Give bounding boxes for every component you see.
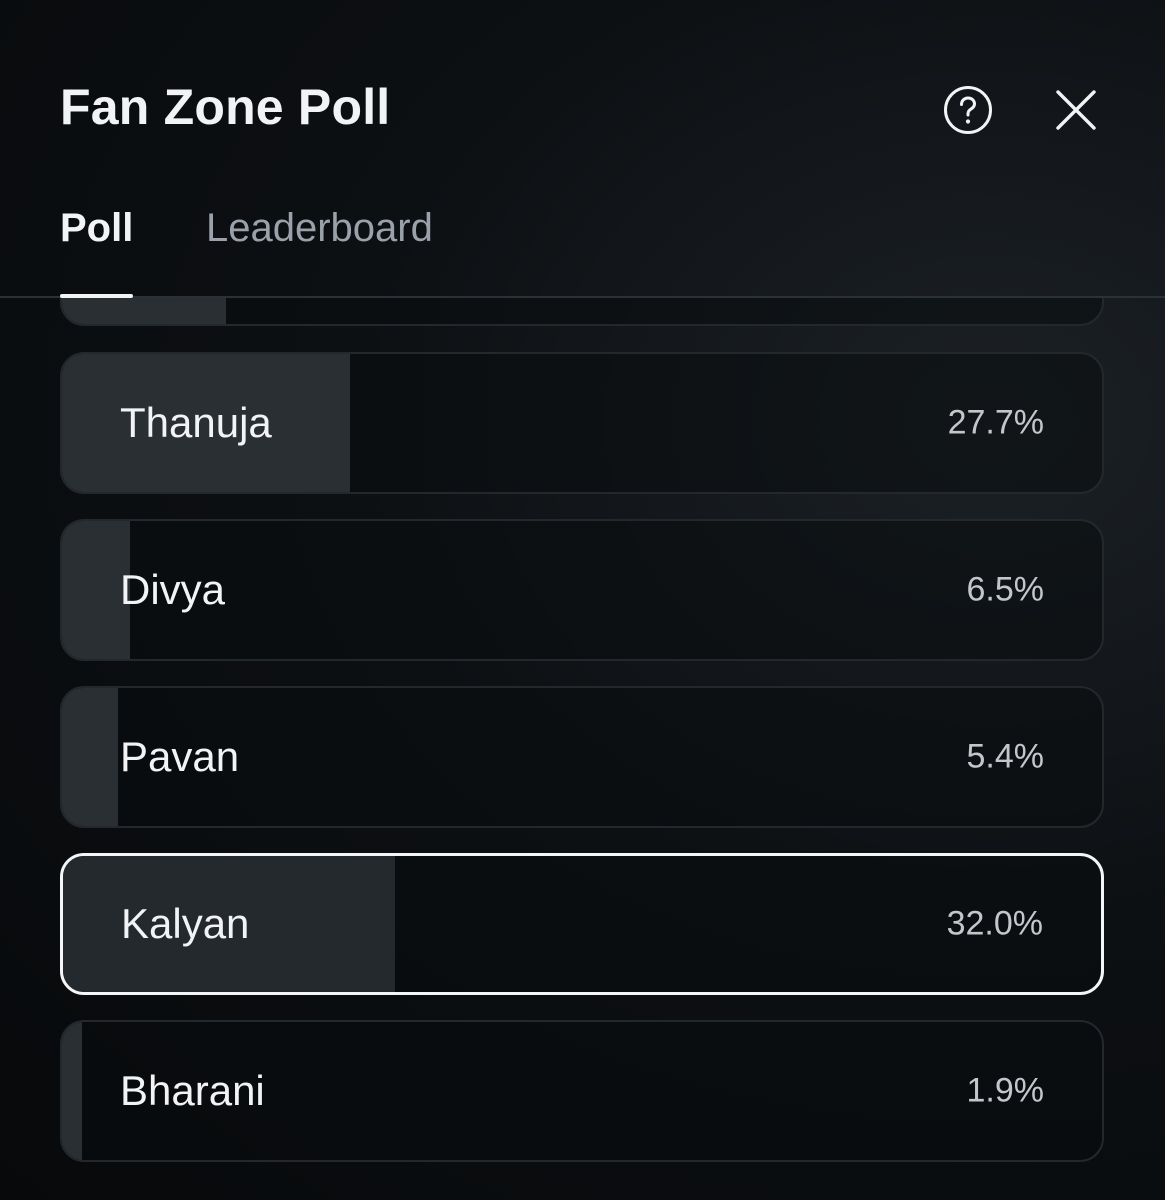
tab-bar: Poll Leaderboard <box>0 0 1165 298</box>
option-percent: 32.0% <box>946 904 1043 943</box>
vote-share-bar <box>62 298 226 324</box>
tab-leaderboard[interactable]: Leaderboard <box>206 206 433 251</box>
option-percent: 1.9% <box>966 1071 1045 1110</box>
option-name: Kalyan <box>121 900 250 947</box>
option-percent: 6.5% <box>966 570 1045 609</box>
poll-option-thanuja[interactable]: Thanuja 27.7% <box>60 352 1104 494</box>
vote-share-bar <box>62 1022 82 1160</box>
fan-zone-poll-panel: Fan Zone Poll Poll Leaderboard Thanuja 2… <box>0 0 1165 1200</box>
poll-options-list[interactable]: Thanuja 27.7% Divya 6.5% Pavan 5.4% Kaly… <box>0 298 1165 1200</box>
vote-share-bar <box>62 688 118 826</box>
poll-option-pavan[interactable]: Pavan 5.4% <box>60 686 1104 828</box>
poll-option-bharani[interactable]: Bharani 1.9% <box>60 1020 1104 1162</box>
poll-option-partial[interactable] <box>60 298 1104 326</box>
tab-poll[interactable]: Poll <box>60 206 133 251</box>
option-percent: 27.7% <box>947 403 1044 442</box>
poll-option-divya[interactable]: Divya 6.5% <box>60 519 1104 661</box>
option-name: Pavan <box>120 733 240 780</box>
option-name: Divya <box>120 566 226 613</box>
option-name: Thanuja <box>120 399 272 446</box>
option-percent: 5.4% <box>966 737 1045 776</box>
poll-option-kalyan[interactable]: Kalyan 32.0% <box>60 853 1104 995</box>
option-name: Bharani <box>120 1067 265 1114</box>
